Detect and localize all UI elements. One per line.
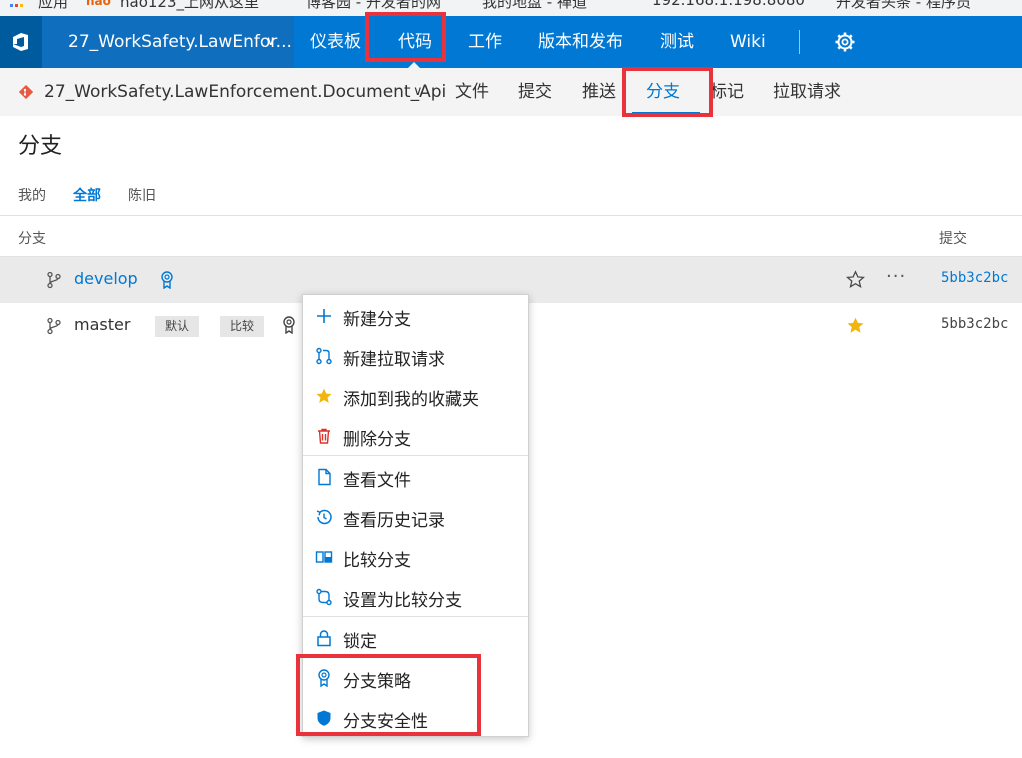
bookmark-cnblogs[interactable]: 博客园 - 开发者的网 [306, 0, 441, 12]
nav-code[interactable]: 代码 [398, 16, 432, 68]
more-options-icon[interactable]: ··· [886, 266, 906, 287]
apps-icon[interactable] [10, 0, 24, 10]
star-filled-icon[interactable] [846, 316, 865, 335]
bookmark-toutiao[interactable]: 开发者头条 - 程序员 [836, 0, 971, 12]
menu-branch-security[interactable]: 分支安全性 [303, 698, 528, 738]
star-outline-icon[interactable] [846, 270, 865, 289]
project-name: 27_WorkSafety.LawEnfor... [68, 32, 292, 52]
project-selector[interactable]: 27_WorkSafety.LawEnfor... ∨ [42, 16, 294, 68]
bookmarks-bar: 应用 hao hao123_上网从这里 博客园 - 开发者的网 我的地盘 - 禅… [0, 0, 1022, 16]
commit-id[interactable]: 5bb3c2bc [941, 316, 1008, 332]
star-icon [316, 388, 332, 403]
menu-label: 比较分支 [343, 551, 411, 571]
menu-label: 分支安全性 [343, 712, 428, 732]
bookmark-ip[interactable]: 192.168.1.198:8080 [652, 0, 805, 9]
pull-request-icon [316, 347, 332, 365]
subnav-branches[interactable]: 分支 [646, 68, 680, 116]
set-compare-icon [316, 588, 332, 606]
menu-label: 新建分支 [343, 310, 411, 330]
branch-icon [47, 271, 61, 289]
menu-label: 锁定 [343, 632, 377, 652]
menu-delete-branch[interactable]: 删除分支 [303, 416, 528, 456]
plus-icon [317, 309, 331, 323]
nav-wiki[interactable]: Wiki [730, 16, 766, 68]
policy-icon[interactable] [160, 271, 174, 289]
menu-divider [303, 616, 528, 617]
top-nav: 27_WorkSafety.LawEnfor... ∨ 仪表板 代码 工作 版本… [0, 16, 1022, 68]
nav-dashboard[interactable]: 仪表板 [310, 16, 361, 68]
bookmark-zentao[interactable]: 我的地盘 - 禅道 [482, 0, 587, 12]
subnav-files[interactable]: 文件 [455, 68, 489, 116]
menu-label: 设置为比较分支 [343, 591, 462, 611]
repo-selector[interactable]: 27_WorkSafety.LawEnforcement.Document_Ap… [44, 68, 446, 116]
menu-add-favorite[interactable]: 添加到我的收藏夹 [303, 376, 528, 416]
menu-branch-policies[interactable]: 分支策略 [303, 658, 528, 698]
subnav-commits[interactable]: 提交 [518, 68, 552, 116]
menu-set-compare-branch[interactable]: 设置为比较分支 [303, 577, 528, 617]
chevron-down-icon[interactable]: ∨ [413, 68, 423, 116]
chevron-down-icon: ∨ [266, 34, 276, 49]
filter-mine[interactable]: 我的 [18, 185, 46, 205]
subnav-active-underline [632, 112, 700, 115]
commit-link[interactable]: 5bb3c2bc [941, 270, 1008, 286]
policy-icon [318, 669, 330, 687]
column-branch[interactable]: 分支 [18, 228, 46, 248]
menu-label: 分支策略 [343, 672, 411, 692]
nav-release[interactable]: 版本和发布 [538, 16, 623, 68]
page-title: 分支 [18, 134, 63, 159]
menu-view-files[interactable]: 查看文件 [303, 457, 528, 497]
branch-context-menu: 新建分支 新建拉取请求 添加到我的收藏夹 删除分支 查看文件 查看历史记录 比较… [302, 294, 529, 737]
menu-label: 新建拉取请求 [343, 350, 445, 370]
subnav-pushes[interactable]: 推送 [582, 68, 616, 116]
menu-label: 查看历史记录 [343, 511, 445, 531]
file-icon [318, 468, 331, 486]
shield-icon [317, 710, 331, 726]
menu-new-pull-request[interactable]: 新建拉取请求 [303, 336, 528, 376]
menu-lock[interactable]: 锁定 [303, 618, 528, 658]
policy-icon[interactable] [282, 316, 296, 334]
bookmark-hao123[interactable]: hao123_上网从这里 [120, 0, 259, 12]
nav-divider [799, 30, 800, 54]
default-badge: 默认 [155, 316, 200, 337]
bookmark-apps[interactable]: 应用 [38, 0, 68, 12]
filter-all[interactable]: 全部 [73, 185, 101, 205]
devops-logo-icon [13, 33, 28, 51]
menu-label: 查看文件 [343, 471, 411, 491]
git-repo-icon [19, 85, 33, 99]
branch-name-link[interactable]: master [74, 315, 130, 334]
lock-icon [317, 630, 331, 647]
menu-label: 添加到我的收藏夹 [343, 390, 479, 410]
menu-divider [303, 455, 528, 456]
column-commit[interactable]: 提交 [939, 228, 967, 248]
filter-stale[interactable]: 陈旧 [128, 185, 156, 205]
compare-icon [315, 551, 333, 563]
branch-icon [47, 317, 61, 335]
history-icon [316, 509, 332, 525]
subnav-pull-requests[interactable]: 拉取请求 [773, 68, 841, 116]
code-sub-nav: 27_WorkSafety.LawEnforcement.Document_Ap… [0, 68, 1022, 116]
table-header: 分支 提交 [0, 215, 1022, 257]
menu-label: 删除分支 [343, 430, 411, 450]
nav-work[interactable]: 工作 [468, 16, 502, 68]
nav-test[interactable]: 测试 [660, 16, 694, 68]
gear-icon[interactable] [834, 31, 856, 53]
branch-name-link[interactable]: develop [74, 269, 138, 288]
compare-badge: 比较 [220, 316, 265, 337]
menu-compare-branches[interactable]: 比较分支 [303, 537, 528, 577]
bookmark-hao-logo[interactable]: hao [86, 0, 111, 8]
menu-view-history[interactable]: 查看历史记录 [303, 497, 528, 537]
menu-new-branch[interactable]: 新建分支 [303, 296, 528, 336]
subnav-tags[interactable]: 标记 [710, 68, 744, 116]
azure-devops-logo[interactable] [0, 16, 42, 68]
trash-icon [318, 428, 330, 444]
